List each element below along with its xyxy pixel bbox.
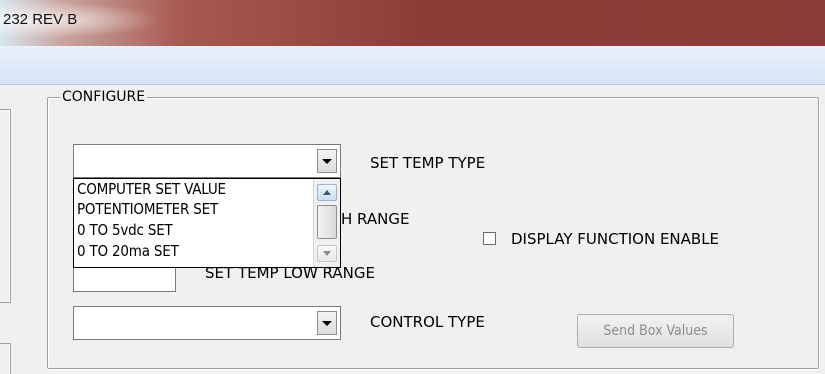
control-type-combo[interactable] xyxy=(73,306,341,340)
dropdown-option[interactable]: COMPUTER SET VALUE xyxy=(77,180,226,198)
scrollbar-thumb[interactable] xyxy=(317,205,337,239)
display-function-enable-checkbox[interactable] xyxy=(483,232,496,245)
left-panel-frame xyxy=(0,109,11,303)
title-bar: 232 REV B xyxy=(0,0,825,46)
scroll-up-button[interactable] xyxy=(317,184,337,201)
dropdown-scrollbar[interactable] xyxy=(313,179,340,267)
chevron-down-icon xyxy=(322,158,332,164)
set-temp-type-label: SET TEMP TYPE xyxy=(370,154,486,172)
scroll-down-button[interactable] xyxy=(317,245,337,262)
dropdown-option[interactable]: POTENTIOMETER SET xyxy=(77,200,218,218)
send-box-values-button[interactable]: Send Box Values xyxy=(577,314,734,348)
set-temp-high-range-label: H RANGE xyxy=(341,210,410,228)
dropdown-option[interactable]: 0 TO 5vdc SET xyxy=(77,221,173,239)
set-temp-type-combo[interactable] xyxy=(73,144,341,178)
set-temp-type-dropdown-button[interactable] xyxy=(317,149,337,173)
scroll-up-icon xyxy=(323,190,331,195)
chevron-down-icon xyxy=(322,320,332,326)
set-temp-type-dropdown-list: COMPUTER SET VALUE POTENTIOMETER SET 0 T… xyxy=(73,178,341,268)
control-type-dropdown-button[interactable] xyxy=(317,311,337,335)
scroll-down-icon xyxy=(323,251,331,256)
window-title: 232 REV B xyxy=(3,11,78,28)
control-type-label: CONTROL TYPE xyxy=(370,313,485,331)
configure-group-title: CONFIGURE xyxy=(60,89,148,105)
dropdown-option[interactable]: 0 TO 20ma SET xyxy=(77,242,179,260)
menu-bar xyxy=(0,46,825,85)
left-panel-frame-lower xyxy=(0,343,11,374)
display-function-enable-label: DISPLAY FUNCTION ENABLE xyxy=(511,230,720,248)
